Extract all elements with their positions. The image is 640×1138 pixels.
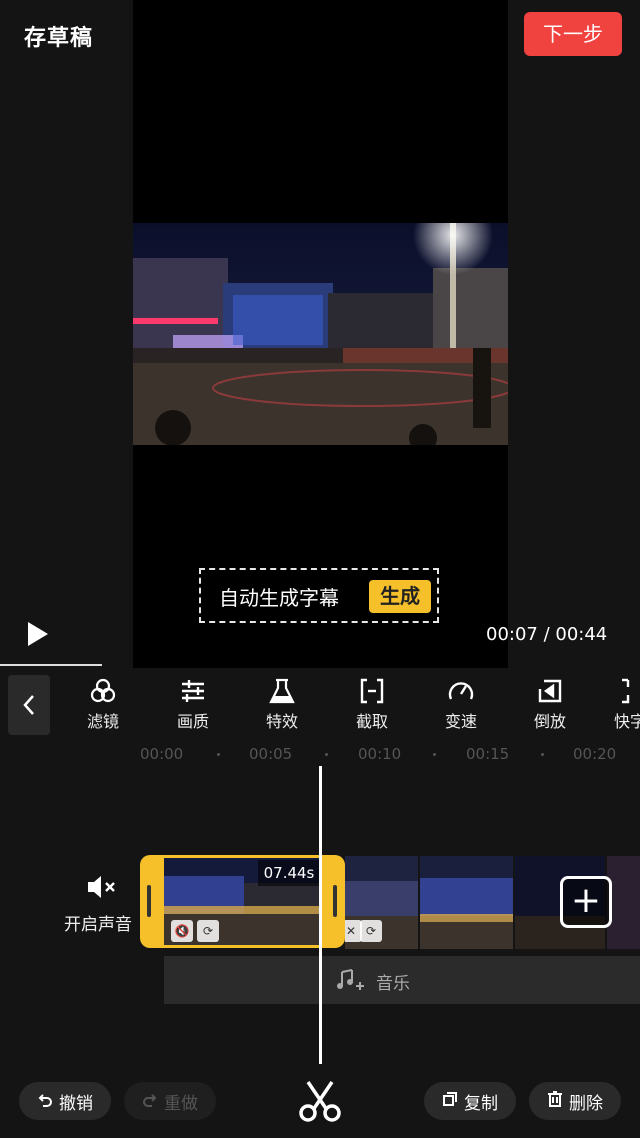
- time-separator: /: [537, 624, 556, 645]
- chevron-left-icon: [23, 695, 34, 715]
- total-time: 00:44: [555, 624, 608, 645]
- tool-label: 截取: [355, 712, 388, 731]
- copy-label: 复制: [464, 1093, 498, 1114]
- clip-rotate-icon[interactable]: ⟳: [360, 920, 382, 942]
- playback-progress-bar[interactable]: [0, 664, 102, 666]
- right-trim-handle[interactable]: [333, 885, 337, 917]
- tool-label: 特效: [265, 712, 298, 731]
- plus-icon: +: [570, 880, 602, 921]
- clip-duration-badge: 07.44s: [258, 860, 320, 886]
- tool-label: 倒放: [533, 712, 566, 731]
- undo-button[interactable]: 撤销: [19, 1082, 111, 1120]
- quick-text-icon: [602, 676, 640, 706]
- scissors-icon[interactable]: [298, 1080, 342, 1126]
- tool-trim[interactable]: 截取: [342, 676, 402, 732]
- tool-label: 变速: [444, 712, 477, 731]
- ruler-dot: [433, 753, 436, 756]
- tool-quick-text[interactable]: 快字: [602, 676, 640, 732]
- ruler-dot: [325, 753, 328, 756]
- tool-reverse[interactable]: 倒放: [520, 676, 580, 732]
- delete-label: 删除: [569, 1093, 603, 1114]
- current-time: 00:07: [486, 624, 538, 645]
- trim-icon: [342, 676, 402, 706]
- left-trim-handle[interactable]: [147, 885, 151, 917]
- reverse-icon: [520, 676, 580, 706]
- next-step-button[interactable]: 下一步: [524, 12, 622, 56]
- generate-subtitle-button[interactable]: 生成: [369, 580, 431, 613]
- toolbar-back-button[interactable]: [8, 675, 50, 735]
- speed-icon: [431, 676, 491, 706]
- redo-icon: [142, 1091, 158, 1112]
- play-icon[interactable]: [26, 620, 50, 652]
- add-clip-button[interactable]: +: [560, 876, 612, 928]
- tool-label: 画质: [176, 712, 209, 731]
- tool-label: 快字: [614, 712, 640, 731]
- music-add-icon: [336, 968, 366, 996]
- undo-label: 撤销: [59, 1093, 93, 1114]
- ruler-tick: 00:00: [140, 745, 184, 763]
- trash-icon: [547, 1090, 563, 1112]
- time-readout: 00:07 / 00:44: [486, 624, 607, 645]
- auto-subtitle-label: 自动生成字幕: [219, 586, 339, 610]
- ruler-tick: 00:20: [573, 745, 617, 763]
- ruler-tick: 00:05: [249, 745, 293, 763]
- delete-button[interactable]: 删除: [529, 1082, 621, 1120]
- music-label: 音乐: [376, 974, 410, 994]
- filter-icon: [73, 676, 133, 706]
- video-frame: [133, 223, 508, 445]
- ruler-tick: 00:15: [466, 745, 510, 763]
- tool-quality[interactable]: 画质: [163, 676, 223, 732]
- clip-mute-icon[interactable]: 🔇: [171, 920, 193, 942]
- sliders-icon: [163, 676, 223, 706]
- tool-effects[interactable]: 特效: [252, 676, 312, 732]
- tool-label: 滤镜: [86, 712, 119, 731]
- ruler-dot: [541, 753, 544, 756]
- enable-sound-label[interactable]: 开启声音: [64, 910, 132, 935]
- tool-filter[interactable]: 滤镜: [73, 676, 133, 732]
- redo-button[interactable]: 重做: [124, 1082, 216, 1120]
- playhead[interactable]: [319, 766, 322, 1064]
- ruler-dot: [217, 753, 220, 756]
- copy-icon: [442, 1091, 458, 1112]
- clip-rotate-icon[interactable]: ⟳: [197, 920, 219, 942]
- save-draft-button[interactable]: 存草稿: [24, 20, 93, 52]
- tool-speed[interactable]: 变速: [431, 676, 491, 732]
- copy-button[interactable]: 复制: [424, 1082, 516, 1120]
- redo-label: 重做: [164, 1093, 198, 1114]
- flask-icon: [252, 676, 312, 706]
- speaker-mute-icon[interactable]: [86, 873, 118, 905]
- ruler-tick: 00:10: [358, 745, 402, 763]
- undo-icon: [37, 1091, 53, 1112]
